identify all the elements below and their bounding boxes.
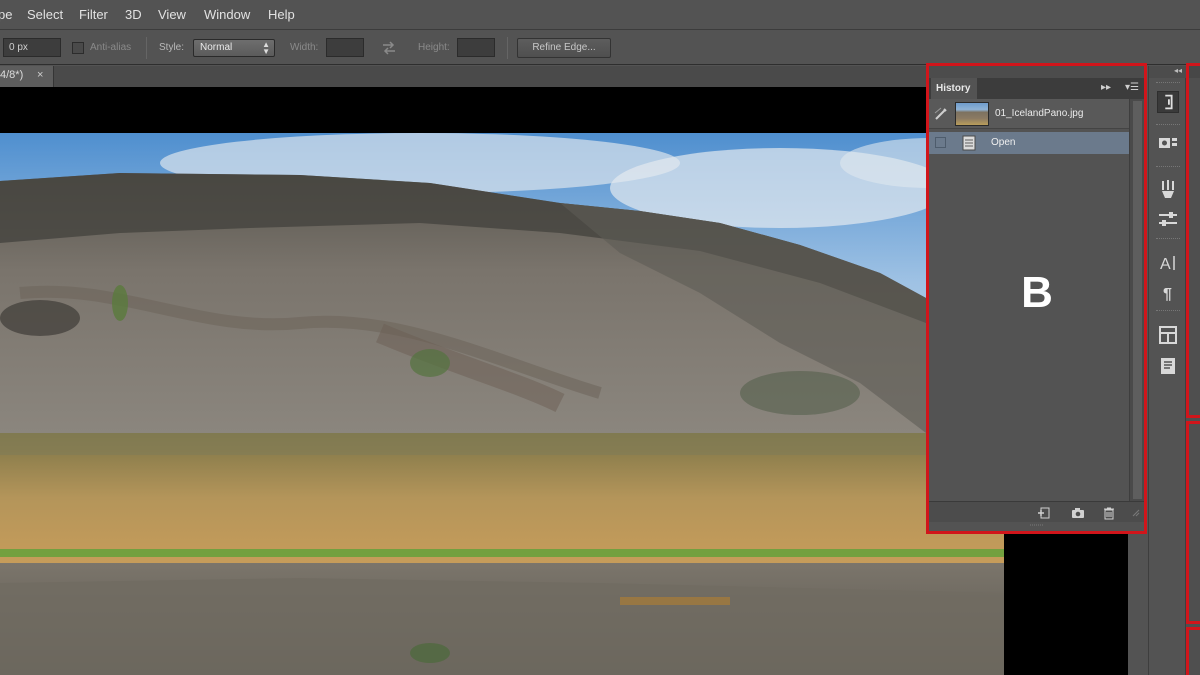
style-select[interactable]: Normal ▲ ▼ — [193, 39, 275, 57]
document-tab-title: 4/8*) — [0, 69, 24, 81]
menu-view[interactable]: View — [158, 7, 186, 22]
annotation-box — [1186, 627, 1200, 675]
select-arrows-icon: ▲ ▼ — [262, 40, 270, 56]
grip-handle[interactable] — [1156, 82, 1180, 85]
menu-3d[interactable]: 3D — [125, 7, 142, 22]
menu-type[interactable]: pe — [0, 7, 12, 22]
annotation-box — [926, 63, 1147, 534]
menu-help[interactable]: Help — [268, 7, 295, 22]
document-tab-bar: 4/8*) × — [0, 66, 926, 87]
annotation-box — [1186, 63, 1200, 418]
panel-icon-strip: A ¶ — [1148, 66, 1187, 675]
grip-handle[interactable] — [1156, 310, 1180, 313]
properties-icon[interactable] — [1157, 133, 1179, 155]
document-tab[interactable]: 4/8*) × — [0, 66, 54, 87]
character-icon[interactable]: A — [1157, 252, 1179, 274]
close-icon[interactable]: × — [37, 69, 43, 81]
menu-bar: pe Select Filter 3D View Window Help — [0, 0, 1200, 30]
style-select-value: Normal — [200, 42, 233, 53]
grip-handle[interactable] — [1156, 238, 1180, 241]
antialias-checkbox[interactable] — [72, 42, 84, 54]
antialias-label: Anti-alias — [90, 42, 132, 53]
collapse-panels-icon[interactable]: ◂◂ — [1174, 66, 1182, 75]
landscape-photo — [0, 133, 1004, 675]
refine-edge-button[interactable]: Refine Edge... — [517, 38, 611, 58]
brush-presets-icon[interactable] — [1157, 178, 1179, 200]
style-label: Style: — [159, 42, 185, 53]
width-input[interactable] — [326, 38, 364, 57]
feather-input[interactable]: 0 px — [3, 38, 61, 57]
options-bar: 0 px Anti-alias Style: Normal ▲ ▼ Width: … — [0, 31, 1200, 65]
menu-select[interactable]: Select — [27, 7, 63, 22]
menu-window[interactable]: Window — [204, 7, 250, 22]
swap-width-height-icon[interactable] — [381, 40, 397, 56]
notes-icon[interactable] — [1157, 355, 1179, 377]
svg-text:A: A — [1160, 256, 1171, 273]
layout-icon[interactable] — [1157, 324, 1179, 346]
history-icon[interactable] — [1157, 91, 1179, 113]
adjustments-icon[interactable] — [1157, 208, 1179, 230]
height-label: Height: — [418, 42, 450, 53]
divider — [146, 37, 147, 59]
grip-handle[interactable] — [1156, 166, 1180, 169]
menu-filter[interactable]: Filter — [79, 7, 108, 22]
width-label: Width: — [290, 42, 319, 53]
svg-text:¶: ¶ — [1163, 286, 1172, 303]
divider — [507, 37, 508, 59]
height-input[interactable] — [457, 38, 495, 57]
paragraph-icon[interactable]: ¶ — [1157, 281, 1179, 303]
annotation-box — [1186, 421, 1200, 624]
grip-handle[interactable] — [1156, 124, 1180, 127]
